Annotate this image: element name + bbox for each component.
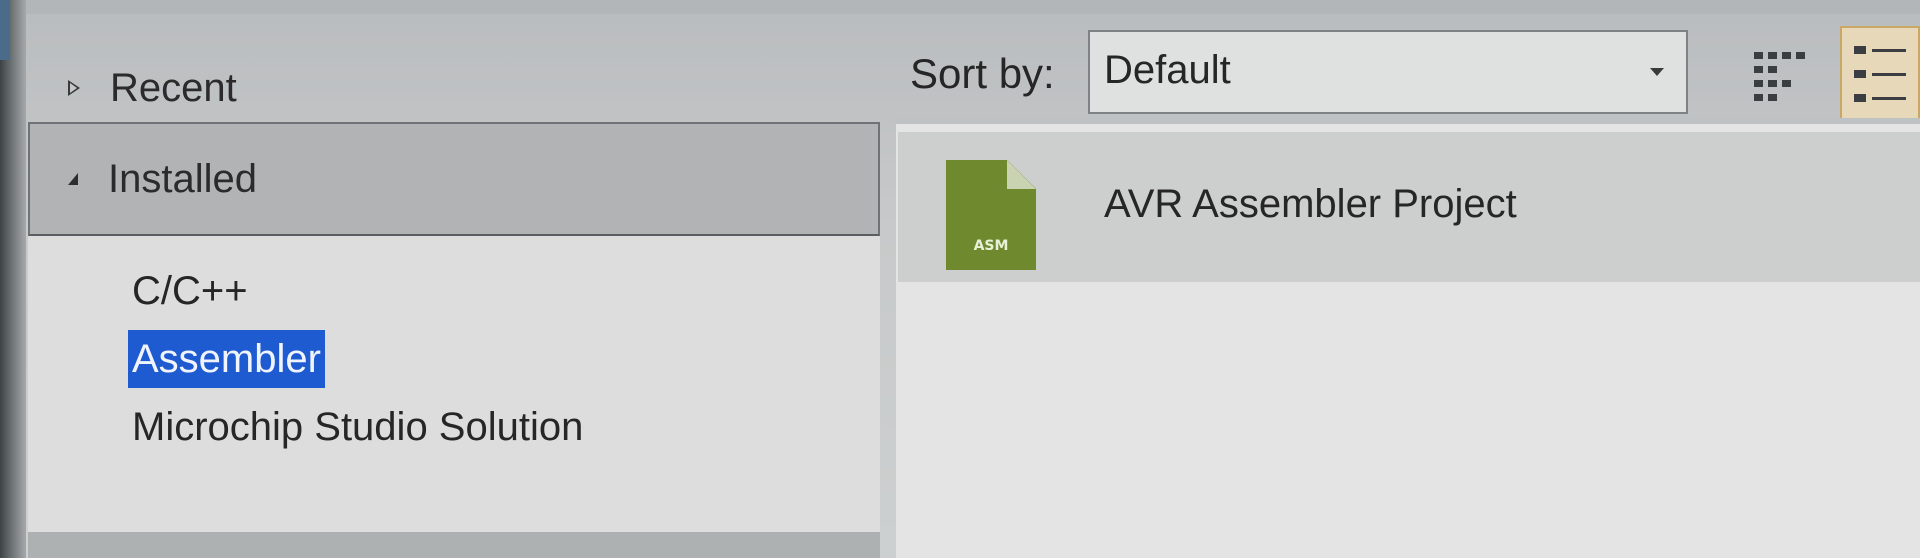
- chevron-down-icon: [1650, 68, 1664, 76]
- grid-dot: [1782, 80, 1791, 87]
- grid-dot: [1768, 80, 1777, 87]
- list-bullet: [1854, 70, 1866, 78]
- small-icons-view-button[interactable]: [1750, 38, 1820, 110]
- grid-dot: [1754, 80, 1763, 87]
- sort-toolbar: Sort by: Default: [900, 20, 1920, 122]
- tree-node-recent[interactable]: Recent: [28, 44, 880, 132]
- tree-item-assembler[interactable]: Assembler: [128, 330, 325, 388]
- grid-dot: [1768, 94, 1777, 101]
- grid-dot: [1754, 66, 1763, 73]
- grid-dot: [1754, 94, 1763, 101]
- list-view-button[interactable]: [1840, 26, 1920, 122]
- tree-node-installed-label: Installed: [108, 156, 257, 201]
- template-item-avr-assembler-project[interactable]: ASM AVR Assembler Project: [898, 132, 1920, 282]
- category-panel-bottom: [28, 532, 880, 558]
- list-bullet: [1854, 46, 1866, 54]
- list-line: [1872, 73, 1906, 76]
- dialog-top-strip: [26, 0, 1920, 14]
- collapse-arrow-icon[interactable]: [68, 173, 78, 185]
- list-bullet: [1854, 94, 1866, 102]
- window-edge-accent: [0, 0, 10, 60]
- tree-node-recent-label: Recent: [110, 65, 237, 110]
- tree-node-installed[interactable]: Installed: [28, 122, 880, 236]
- grid-dot: [1796, 52, 1805, 59]
- template-name: AVR Assembler Project: [1104, 182, 1517, 226]
- sort-by-value: Default: [1104, 48, 1231, 92]
- installed-children: C/C++ Assembler Microchip Studio Solutio…: [28, 236, 880, 546]
- new-project-dialog: Recent Installed C/C++ Assembler Microch…: [0, 0, 1920, 558]
- grid-dot: [1768, 52, 1777, 59]
- list-line: [1872, 49, 1906, 52]
- tree-item-microchip-studio-solution[interactable]: Microchip Studio Solution: [128, 398, 587, 456]
- list-line: [1872, 97, 1906, 100]
- grid-dot: [1754, 52, 1763, 59]
- expand-arrow-icon[interactable]: [68, 80, 80, 96]
- asm-file-icon-badge: ASM: [973, 238, 1009, 254]
- grid-dot: [1782, 52, 1791, 59]
- tree-item-cpp[interactable]: C/C++: [128, 262, 252, 320]
- template-list: ASM AVR Assembler Project: [896, 124, 1920, 558]
- sort-by-dropdown[interactable]: Default: [1088, 30, 1688, 114]
- grid-dot: [1768, 66, 1777, 73]
- category-panel: Recent Installed C/C++ Assembler Microch…: [28, 14, 880, 558]
- sort-by-label: Sort by:: [910, 50, 1055, 97]
- window-edge: [0, 0, 26, 558]
- asm-file-icon: ASM: [946, 160, 1036, 270]
